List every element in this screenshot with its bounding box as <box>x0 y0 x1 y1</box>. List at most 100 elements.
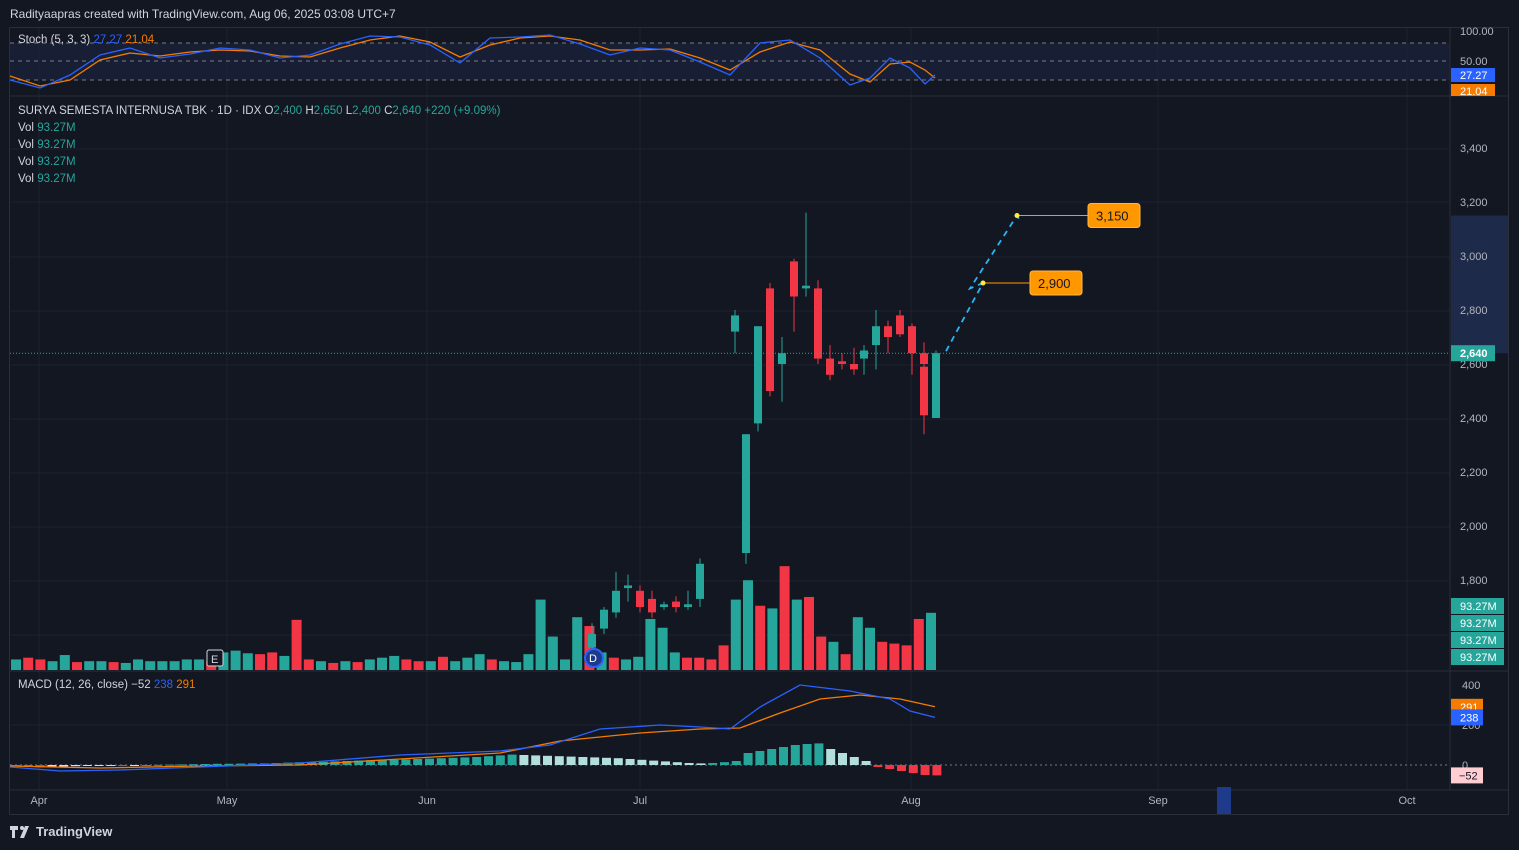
vol-value: 93.27M <box>37 122 76 134</box>
macd-histogram-bar <box>755 751 765 765</box>
vol-label: Vol <box>18 139 34 151</box>
volume-bar <box>169 661 180 670</box>
macd-histogram-bar <box>885 765 895 769</box>
macd-histogram-bar <box>731 761 741 765</box>
candle-body <box>908 326 916 354</box>
volume-bar <box>401 659 412 670</box>
volume-legend-1: Vol 93.27M <box>18 122 76 134</box>
volume-bar <box>35 659 46 670</box>
volume-bar <box>657 627 668 670</box>
candle-body <box>684 604 692 607</box>
macd-legend-hist: −52 <box>131 679 151 691</box>
macd-histogram-bar <box>118 765 128 766</box>
volume-bar <box>669 652 680 670</box>
macd-histogram-bar <box>661 761 670 765</box>
macd-histogram-bar <box>460 757 470 765</box>
volume-bar <box>389 655 400 670</box>
volume-bar <box>816 636 827 670</box>
target-label: 3,150 <box>1096 209 1129 224</box>
time-axis-label: Jul <box>633 795 647 807</box>
macd-histogram-bar <box>578 757 588 765</box>
macd-histogram-bar <box>720 762 729 765</box>
volume-bar <box>377 657 387 670</box>
macd-histogram-bar <box>472 757 482 765</box>
macd-histogram-bar <box>106 765 116 766</box>
macd-histogram-bar <box>779 747 788 765</box>
macd-histogram-bar <box>932 765 942 776</box>
volume-price-label: 93.27M <box>1460 652 1497 664</box>
macd-histogram-bar <box>873 765 883 767</box>
macd-histogram-bar <box>130 765 139 766</box>
volume-bar <box>23 657 34 670</box>
stoch-axis-label: 50.00 <box>1460 56 1488 68</box>
stoch-axis-label: 100.00 <box>1460 26 1494 38</box>
macd-hist-label: −52 <box>1459 770 1478 782</box>
time-axis-label: Aug <box>901 795 921 807</box>
macd-legend-name: MACD (12, 26, close) <box>18 679 128 691</box>
volume-bar <box>779 566 790 670</box>
volume-bar <box>499 661 509 670</box>
volume-bar <box>267 652 278 670</box>
high-value: 2,650 <box>313 105 343 117</box>
volume-bar <box>523 654 534 670</box>
volume-bar <box>230 650 241 670</box>
symbol-name[interactable]: SURYA SEMESTA INTERNUSA TBK · 1D · IDX <box>18 105 261 117</box>
candle-body <box>932 353 940 418</box>
time-axis-label: May <box>217 795 238 807</box>
vol-value: 93.27M <box>37 139 76 151</box>
macd-histogram-bar <box>519 755 529 765</box>
candle-body <box>766 288 774 391</box>
macd-histogram-bar <box>625 759 635 765</box>
stoch-legend-k: 27.27 <box>93 34 123 46</box>
volume-bar <box>926 612 936 670</box>
open-value: 2,400 <box>273 105 303 117</box>
volume-bar <box>291 619 302 670</box>
candle-body <box>826 358 834 375</box>
volume-bar <box>889 643 900 670</box>
macd-histogram-bar <box>82 765 92 766</box>
macd-histogram-bar <box>153 764 163 766</box>
volume-bar <box>352 662 363 670</box>
candle-body <box>696 563 704 599</box>
macd-histogram-bar <box>141 765 151 766</box>
macd-histogram-bar <box>590 757 600 765</box>
target-label: 2,900 <box>1038 276 1071 291</box>
volume-bar <box>47 661 58 670</box>
high-label: H <box>305 105 314 117</box>
macd-histogram-bar <box>838 753 847 765</box>
volume-bar <box>450 661 461 670</box>
vol-label: Vol <box>18 173 34 185</box>
candle-body <box>672 601 680 607</box>
candle-body <box>802 285 810 289</box>
macd-histogram-bar <box>212 763 222 765</box>
price-axis-label: 3,400 <box>1460 143 1488 155</box>
volume-bar <box>913 618 924 670</box>
macd-histogram-bar <box>696 763 706 765</box>
macd-histogram-bar <box>59 765 69 767</box>
tradingview-logo[interactable]: TradingView <box>10 824 112 839</box>
volume-bar <box>474 654 485 670</box>
macd-histogram-bar <box>566 756 576 765</box>
volume-bar <box>84 661 95 670</box>
vol-value: 93.27M <box>37 173 76 185</box>
price-chart[interactable]: 100.0050.0027.2721.043,4003,2003,0002,80… <box>0 0 1519 850</box>
vol-label: Vol <box>18 156 34 168</box>
volume-bar <box>59 655 70 670</box>
candle-body <box>920 353 928 364</box>
macd-histogram-bar <box>897 765 906 771</box>
volume-bar <box>255 654 265 670</box>
candle-body <box>790 261 798 297</box>
candle-body <box>838 361 846 364</box>
candle-body <box>860 350 868 359</box>
price-axis-highlight <box>1451 215 1508 354</box>
candle-body <box>850 364 858 370</box>
volume-bar <box>364 659 375 670</box>
macd-histogram-bar <box>165 764 175 766</box>
macd-legend-macd: 238 <box>153 679 174 691</box>
macd-histogram-bar <box>177 764 187 766</box>
volume-bar <box>718 645 729 670</box>
macd-histogram-bar <box>802 744 812 765</box>
volume-bar <box>608 657 619 670</box>
macd-histogram-bar <box>672 762 682 765</box>
candle-body <box>754 326 762 424</box>
